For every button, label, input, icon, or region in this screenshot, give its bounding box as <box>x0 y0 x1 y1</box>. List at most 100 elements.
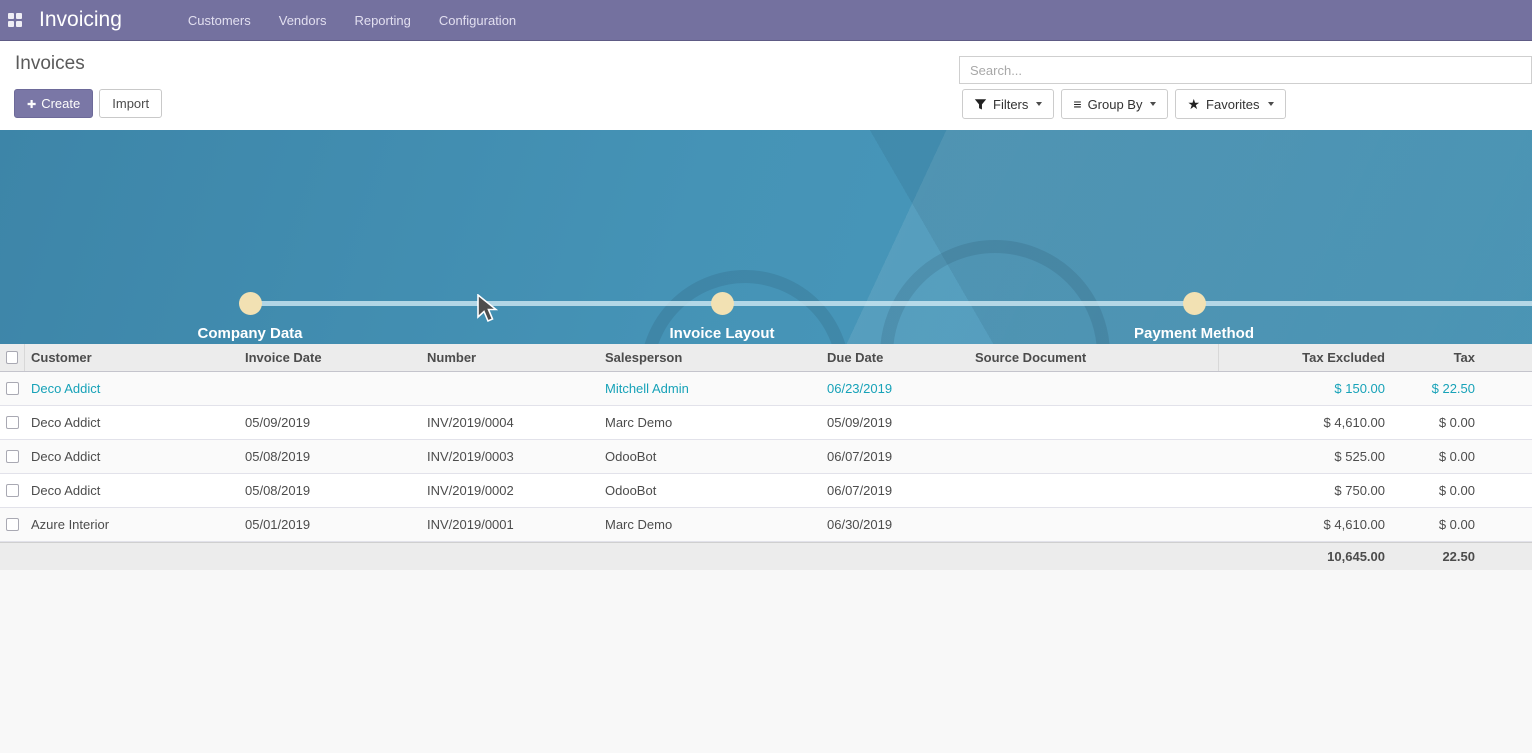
empty-content-area <box>0 570 1532 753</box>
apps-icon-square <box>8 21 14 27</box>
column-header-customer[interactable]: Customer <box>25 350 239 365</box>
apps-icon-square <box>16 21 22 27</box>
apps-icon-square <box>8 13 14 19</box>
onboarding-step-company-data: Company Data Set your company's data for… <box>100 325 400 344</box>
cell-tax: $ 0.00 <box>1391 517 1481 532</box>
row-checkbox-cell <box>0 450 25 463</box>
row-checkbox-cell <box>0 382 25 395</box>
row-checkbox[interactable] <box>6 382 19 395</box>
cell-number: INV/2019/0002 <box>421 483 599 498</box>
create-button[interactable]: ✚Create <box>14 89 93 118</box>
cell-number: INV/2019/0004 <box>421 415 599 430</box>
top-navbar: Invoicing Customers Vendors Reporting Co… <box>0 0 1532 41</box>
row-checkbox[interactable] <box>6 518 19 531</box>
column-header-invoice-date[interactable]: Invoice Date <box>239 350 421 365</box>
main-menu: Customers Vendors Reporting Configuratio… <box>178 7 526 34</box>
table-row[interactable]: Deco Addict 05/08/2019 INV/2019/0003 Odo… <box>0 440 1532 474</box>
column-header-tax-excluded[interactable]: Tax Excluded <box>1219 350 1391 365</box>
invoicing-app-window: Invoicing Customers Vendors Reporting Co… <box>0 0 1532 753</box>
chevron-down-icon <box>1036 102 1042 106</box>
app-title[interactable]: Invoicing <box>39 8 122 32</box>
total-tax-excluded: 10,645.00 <box>1219 549 1391 564</box>
row-checkbox-cell <box>0 518 25 531</box>
row-checkbox-cell <box>0 416 25 429</box>
search-input[interactable] <box>959 56 1532 84</box>
cell-invoice-date: 05/08/2019 <box>239 449 421 464</box>
import-button[interactable]: Import <box>99 89 162 118</box>
cell-due-date: 06/23/2019 <box>821 381 969 396</box>
cell-tax: $ 22.50 <box>1391 381 1481 396</box>
cell-due-date: 05/09/2019 <box>821 415 969 430</box>
list-icon: ≡ <box>1073 97 1081 111</box>
filters-button[interactable]: Filters <box>962 89 1054 119</box>
chevron-down-icon <box>1268 102 1274 106</box>
column-header-salesperson[interactable]: Salesperson <box>599 350 821 365</box>
step-dot-company-data <box>239 292 262 315</box>
chevron-down-icon <box>1150 102 1156 106</box>
select-all-cell <box>0 344 25 371</box>
cell-invoice-date: 05/01/2019 <box>239 517 421 532</box>
column-header-source-document[interactable]: Source Document <box>969 344 1219 371</box>
cell-customer: Deco Addict <box>25 415 239 430</box>
group-by-button[interactable]: ≡ Group By <box>1061 89 1168 119</box>
cell-invoice-date: 05/08/2019 <box>239 483 421 498</box>
funnel-icon <box>974 98 987 111</box>
row-checkbox[interactable] <box>6 450 19 463</box>
nav-item-vendors[interactable]: Vendors <box>269 7 337 34</box>
onboarding-progress-line <box>250 301 1532 306</box>
cell-customer: Deco Addict <box>25 381 239 396</box>
search-options-bar: Filters ≡ Group By ★ Favorites <box>962 89 1286 119</box>
column-header-number[interactable]: Number <box>421 350 599 365</box>
cell-tax: $ 0.00 <box>1391 415 1481 430</box>
nav-item-configuration[interactable]: Configuration <box>429 7 526 34</box>
favorites-button[interactable]: ★ Favorites <box>1175 89 1285 119</box>
table-body: Deco Addict Mitchell Admin 06/23/2019 $ … <box>0 372 1532 542</box>
table-row[interactable]: Deco Addict Mitchell Admin 06/23/2019 $ … <box>0 372 1532 406</box>
step-title: Invoice Layout <box>572 325 872 342</box>
column-header-tax[interactable]: Tax <box>1391 350 1481 365</box>
step-title: Payment Method <box>1044 325 1344 342</box>
plus-icon: ✚ <box>27 99 36 111</box>
step-dot-payment-method <box>1183 292 1206 315</box>
onboarding-step-payment-method: Payment Method Configure your payment me… <box>1044 325 1344 344</box>
apps-icon-square <box>16 13 22 19</box>
apps-menu-icon[interactable] <box>8 13 23 28</box>
onboarding-banner: Company Data Set your company's data for… <box>0 130 1532 344</box>
nav-item-reporting[interactable]: Reporting <box>344 7 420 34</box>
cell-due-date: 06/07/2019 <box>821 449 969 464</box>
cell-due-date: 06/30/2019 <box>821 517 969 532</box>
total-tax: 22.50 <box>1391 549 1481 564</box>
step-title: Company Data <box>100 325 400 342</box>
table-totals-row: 10,645.00 22.50 <box>0 542 1532 570</box>
cell-tax: $ 0.00 <box>1391 483 1481 498</box>
step-dot-invoice-layout <box>711 292 734 315</box>
cell-salesperson: OdooBot <box>599 449 821 464</box>
table-row[interactable]: Azure Interior 05/01/2019 INV/2019/0001 … <box>0 508 1532 542</box>
cell-tax-excluded: $ 750.00 <box>1219 483 1391 498</box>
onboarding-step-invoice-layout: Invoice Layout Customize the look of you… <box>572 325 872 344</box>
nav-item-customers[interactable]: Customers <box>178 7 261 34</box>
column-header-due-date[interactable]: Due Date <box>821 350 969 365</box>
cell-tax: $ 0.00 <box>1391 449 1481 464</box>
action-buttons: ✚Create Import <box>14 89 162 118</box>
table-row[interactable]: Deco Addict 05/09/2019 INV/2019/0004 Mar… <box>0 406 1532 440</box>
table-row[interactable]: Deco Addict 05/08/2019 INV/2019/0002 Odo… <box>0 474 1532 508</box>
cell-salesperson: Marc Demo <box>599 517 821 532</box>
cell-salesperson: Mitchell Admin <box>599 381 821 396</box>
table-header-row: Customer Invoice Date Number Salesperson… <box>0 344 1532 372</box>
row-checkbox-cell <box>0 484 25 497</box>
cell-salesperson: Marc Demo <box>599 415 821 430</box>
cell-due-date: 06/07/2019 <box>821 483 969 498</box>
cell-tax-excluded: $ 150.00 <box>1219 381 1391 396</box>
page-title: Invoices <box>15 53 85 75</box>
row-checkbox[interactable] <box>6 416 19 429</box>
select-all-checkbox[interactable] <box>6 351 18 364</box>
row-checkbox[interactable] <box>6 484 19 497</box>
invoices-table: Customer Invoice Date Number Salesperson… <box>0 344 1532 570</box>
cell-salesperson: OdooBot <box>599 483 821 498</box>
cell-customer: Deco Addict <box>25 483 239 498</box>
cell-tax-excluded: $ 4,610.00 <box>1219 517 1391 532</box>
control-panel: Invoices ✚Create Import Filters ≡ Group … <box>0 41 1532 130</box>
star-icon: ★ <box>1187 97 1200 111</box>
mouse-cursor <box>476 294 498 324</box>
